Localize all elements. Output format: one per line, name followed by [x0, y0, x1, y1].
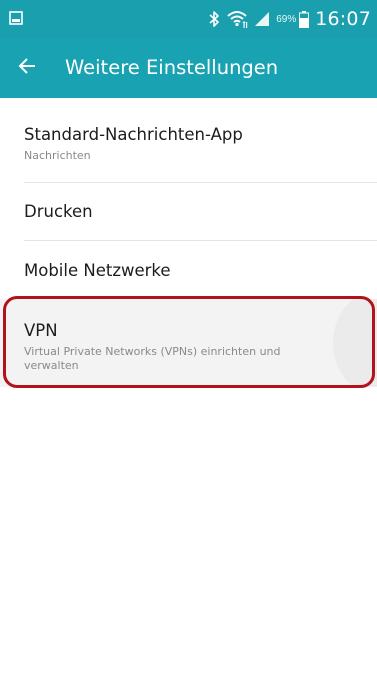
list-item-mobile-networks[interactable]: Mobile Netzwerke [0, 241, 377, 299]
list-item-subtitle: Nachrichten [24, 149, 91, 162]
status-icons: 69% 16:07 [208, 6, 371, 32]
status-bar: 69% 16:07 [0, 0, 377, 38]
list-item-subtitle: Virtual Private Networks (VPNs) einricht… [24, 345, 281, 372]
touch-ripple [333, 299, 377, 387]
battery-icon [299, 10, 310, 28]
app-bar: Weitere Einstellungen [0, 38, 377, 98]
list-item-title: Drucken [24, 202, 93, 221]
list-item-standard-messaging-app[interactable]: Standard-Nachrichten-App Nachrichten [0, 98, 377, 182]
back-button[interactable] [9, 52, 45, 84]
bluetooth-icon [208, 10, 220, 28]
battery-percent: 69% [276, 13, 297, 25]
signal-icon [254, 11, 270, 27]
page-title: Weitere Einstellungen [65, 56, 279, 79]
list-item-title: VPN [24, 321, 58, 340]
status-time: 16:07 [315, 8, 371, 30]
image-icon [9, 11, 23, 25]
wifi-icon [226, 9, 248, 29]
list-item-vpn[interactable]: VPN Virtual Private Networks (VPNs) einr… [0, 299, 377, 387]
arrow-left-icon [18, 57, 36, 79]
list-item-title: Standard-Nachrichten-App [24, 125, 243, 144]
list-item-title: Mobile Netzwerke [24, 261, 171, 280]
list-item-print[interactable]: Drucken [0, 183, 377, 240]
settings-screen: 69% 16:07 Weitere Einstellungen Standard… [0, 0, 377, 673]
